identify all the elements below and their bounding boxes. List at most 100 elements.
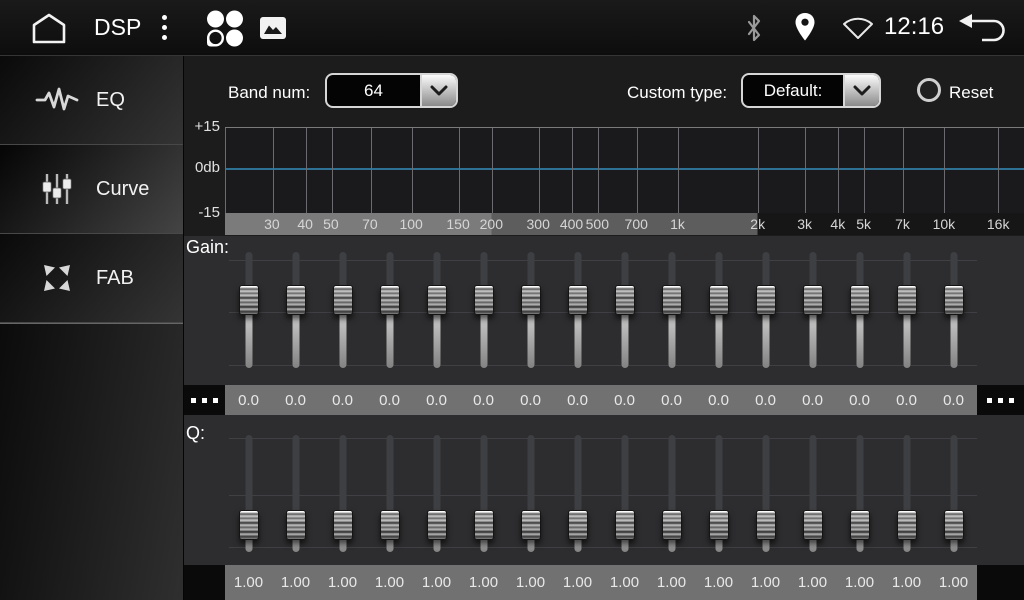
y-axis-label: 0db [184, 159, 220, 177]
q-band-slider[interactable] [742, 435, 789, 552]
clock: 12:16 [884, 13, 944, 41]
freq-tick-label: 70 [362, 216, 378, 232]
home-icon[interactable] [26, 10, 72, 51]
apps-clover-icon[interactable] [204, 9, 246, 54]
slider-knob[interactable] [239, 510, 259, 540]
gain-band-slider[interactable] [742, 252, 789, 368]
slider-knob[interactable] [474, 510, 494, 540]
q-band-value: 1.00 [742, 565, 789, 600]
slider-knob[interactable] [662, 510, 682, 540]
back-icon[interactable] [956, 12, 1012, 49]
grid-line [838, 128, 839, 213]
gain-band-slider[interactable] [883, 252, 930, 368]
q-band-slider[interactable] [272, 435, 319, 552]
slider-knob[interactable] [239, 285, 259, 315]
gain-band-slider[interactable] [648, 252, 695, 368]
slider-knob[interactable] [615, 285, 635, 315]
freq-tick-label: 500 [586, 216, 609, 232]
slider-knob[interactable] [333, 285, 353, 315]
band-num-select[interactable]: 64 [325, 73, 458, 108]
q-band-slider[interactable] [366, 435, 413, 552]
reset-label[interactable]: Reset [949, 83, 993, 103]
slider-knob[interactable] [568, 285, 588, 315]
slider-knob[interactable] [521, 510, 541, 540]
q-band-slider[interactable] [413, 435, 460, 552]
q-sliders [225, 435, 977, 552]
ellipsis-icon [987, 398, 992, 403]
gain-band-slider[interactable] [366, 252, 413, 368]
gain-band-slider[interactable] [460, 252, 507, 368]
slider-knob[interactable] [380, 285, 400, 315]
q-band-slider[interactable] [648, 435, 695, 552]
slider-knob[interactable] [756, 510, 776, 540]
sidebar-item-curve[interactable]: Curve [0, 145, 183, 234]
slider-knob[interactable] [756, 285, 776, 315]
slider-knob[interactable] [709, 510, 729, 540]
gain-band-slider[interactable] [695, 252, 742, 368]
gain-band-value: 0.0 [930, 385, 977, 415]
slider-knob[interactable] [615, 510, 635, 540]
q-band-slider[interactable] [695, 435, 742, 552]
slider-knob[interactable] [944, 510, 964, 540]
slider-knob[interactable] [897, 510, 917, 540]
slider-knob[interactable] [897, 285, 917, 315]
chevron-down-icon[interactable] [843, 75, 879, 106]
sidebar-item-label: Curve [96, 178, 149, 201]
q-band-slider[interactable] [930, 435, 977, 552]
slider-knob[interactable] [803, 510, 823, 540]
gain-band-slider[interactable] [930, 252, 977, 368]
slider-knob[interactable] [333, 510, 353, 540]
gain-band-slider[interactable] [789, 252, 836, 368]
slider-knob[interactable] [662, 285, 682, 315]
q-band-slider[interactable] [460, 435, 507, 552]
q-band-slider[interactable] [883, 435, 930, 552]
slider-knob[interactable] [803, 285, 823, 315]
slider-knob[interactable] [850, 510, 870, 540]
q-band-slider[interactable] [319, 435, 366, 552]
gain-band-slider[interactable] [507, 252, 554, 368]
sidebar-item-eq[interactable]: EQ [0, 56, 183, 145]
gallery-icon[interactable] [259, 16, 287, 45]
q-band-slider[interactable] [507, 435, 554, 552]
q-band-value: 1.00 [883, 565, 930, 600]
slider-knob[interactable] [286, 285, 306, 315]
gain-band-slider[interactable] [272, 252, 319, 368]
freq-tick-label: 200 [480, 216, 503, 232]
slider-knob[interactable] [521, 285, 541, 315]
slider-knob[interactable] [709, 285, 729, 315]
overflow-menu-icon[interactable] [162, 15, 167, 40]
q-band-value: 1.00 [648, 565, 695, 600]
gain-band-slider[interactable] [319, 252, 366, 368]
gain-band-slider[interactable] [836, 252, 883, 368]
gain-prev-bands-button[interactable] [184, 385, 225, 415]
gain-next-bands-button[interactable] [977, 385, 1024, 415]
slider-knob[interactable] [944, 285, 964, 315]
q-band-slider[interactable] [554, 435, 601, 552]
q-band-slider[interactable] [225, 435, 272, 552]
q-band-slider[interactable] [789, 435, 836, 552]
slider-knob[interactable] [380, 510, 400, 540]
q-band-slider[interactable] [601, 435, 648, 552]
gain-band-value: 0.0 [319, 385, 366, 415]
q-band-value: 1.00 [836, 565, 883, 600]
grid-line [805, 128, 806, 213]
slider-knob[interactable] [427, 285, 447, 315]
grid-line [944, 128, 945, 213]
q-band-slider[interactable] [836, 435, 883, 552]
chevron-down-icon[interactable] [420, 75, 456, 106]
sidebar-item-fab[interactable]: FAB [0, 234, 183, 323]
gain-band-slider[interactable] [225, 252, 272, 368]
custom-type-label: Custom type: [627, 83, 727, 103]
slider-knob[interactable] [850, 285, 870, 315]
slider-knob[interactable] [474, 285, 494, 315]
gain-band-slider[interactable] [601, 252, 648, 368]
slider-knob[interactable] [568, 510, 588, 540]
gain-band-slider[interactable] [554, 252, 601, 368]
reset-radio[interactable] [917, 78, 941, 102]
q-band-value: 1.00 [225, 565, 272, 600]
gain-band-value: 0.0 [648, 385, 695, 415]
custom-type-select[interactable]: Default: [741, 73, 881, 108]
slider-knob[interactable] [286, 510, 306, 540]
slider-knob[interactable] [427, 510, 447, 540]
gain-band-slider[interactable] [413, 252, 460, 368]
